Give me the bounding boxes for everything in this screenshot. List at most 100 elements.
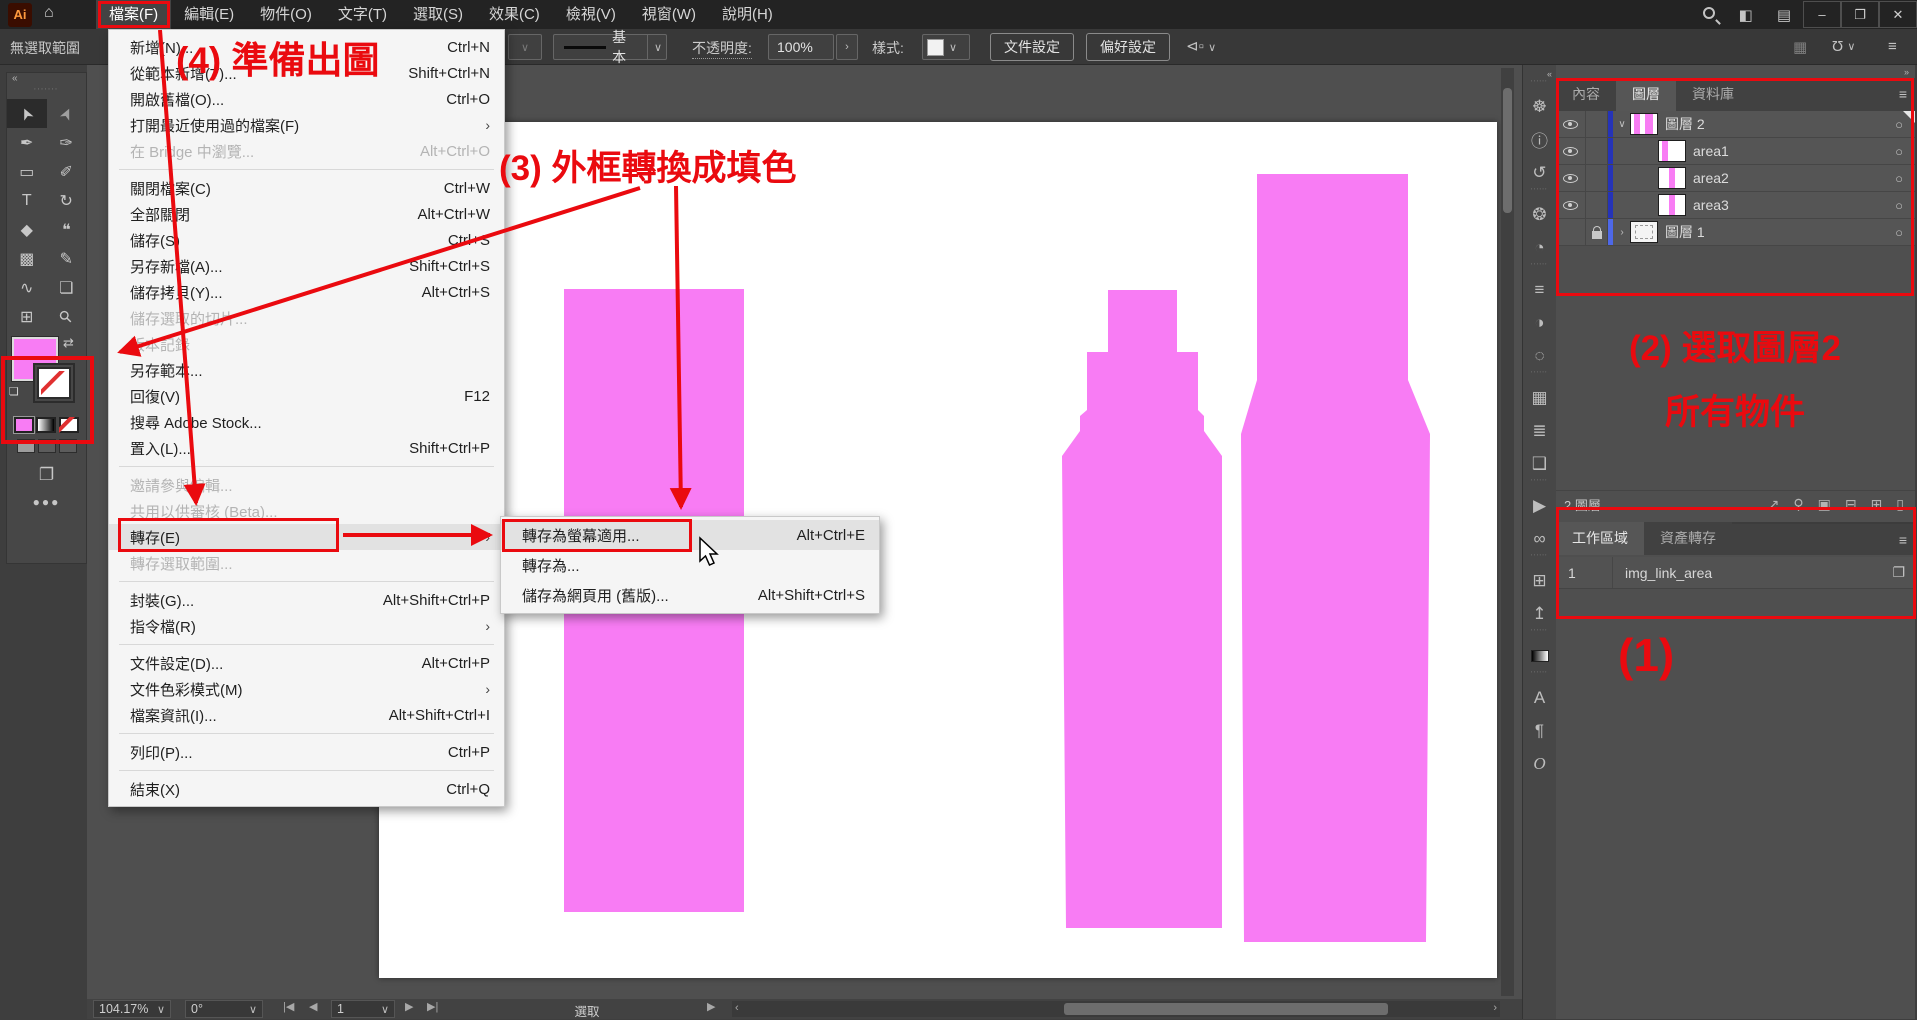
menu-item-儲存選取的切片...[interactable]: 儲存選取的切片... — [109, 305, 504, 331]
direct-selection-tool[interactable]: ➤ — [47, 99, 87, 128]
tab-artboards[interactable]: 工作區域 — [1556, 522, 1644, 555]
transparency-panel-icon[interactable]: ◑ — [1523, 306, 1556, 339]
layer-name[interactable]: 圖層 2 — [1665, 114, 1705, 134]
asset-export-panel-icon[interactable]: ↥ — [1523, 597, 1556, 630]
rectangle-tool[interactable]: ▭ — [7, 157, 47, 186]
menu-item-在 Bridge 中瀏覽...[interactable]: 在 Bridge 中瀏覽...Alt+Ctrl+O — [109, 138, 504, 164]
visibility-toggle[interactable] — [1556, 219, 1586, 245]
make-clipping-mask-icon[interactable]: ▣ — [1818, 496, 1831, 512]
default-fill-stroke-icon[interactable]: ❏ — [9, 385, 22, 398]
menu-item-置入(L)...[interactable]: 置入(L)...Shift+Ctrl+P — [109, 435, 504, 461]
type-tool[interactable]: T — [7, 186, 47, 215]
vertical-scrollbar-thumb[interactable] — [1503, 88, 1512, 213]
layer-thumbnail[interactable] — [1659, 141, 1685, 161]
target-circle-icon[interactable]: ○ — [1895, 171, 1903, 186]
workspace-switcher-icon[interactable]: ◧ — [1739, 6, 1753, 24]
menu-item-搜尋 Adobe Stock...[interactable]: 搜尋 Adobe Stock... — [109, 409, 504, 435]
layer-name[interactable]: area3 — [1693, 197, 1729, 213]
dock-grip[interactable]: '''''' — [1523, 264, 1556, 273]
tab-properties[interactable]: 內容 — [1556, 78, 1616, 111]
lock-toggle[interactable] — [1586, 192, 1608, 218]
artboard-number-dropdown[interactable]: 1 ∨ — [331, 1000, 395, 1018]
submenu-item-轉存為...[interactable]: 轉存為... — [501, 550, 879, 580]
dock-grip[interactable]: '''''' — [1523, 630, 1556, 639]
style-swatch-dropdown[interactable]: ∨ — [922, 34, 970, 60]
menu-item-版本記錄[interactable]: 版本記錄 — [109, 331, 504, 357]
menu-item-儲存拷貝(Y)...[interactable]: 儲存拷貝(Y)...Alt+Ctrl+S — [109, 279, 504, 305]
menu-item-關閉檔案(C)[interactable]: 關閉檔案(C)Ctrl+W — [109, 175, 504, 201]
artboards-panel-icon[interactable]: ⊞ — [1523, 564, 1556, 597]
swap-fill-stroke-icon[interactable]: ⇄ — [63, 335, 74, 351]
menu-item-轉存選取範圍...[interactable]: 轉存選取範圍... — [109, 550, 504, 576]
restore-button[interactable]: ❐ — [1841, 1, 1879, 28]
hidden-dropdown[interactable]: ∨ — [508, 34, 542, 60]
align-panel-icon[interactable]: ≣ — [1523, 414, 1556, 447]
artboard-row[interactable]: 1 img_link_area ❐ — [1556, 557, 1915, 589]
width-tool[interactable]: ∿ — [7, 273, 47, 302]
collect-for-export-icon[interactable]: ↗ — [1768, 496, 1780, 512]
document-setup-button[interactable]: 文件設定 — [990, 33, 1074, 61]
artboard-page-icon[interactable]: ❐ — [1892, 564, 1905, 581]
next-artboard-icon[interactable]: ▶ — [405, 1000, 413, 1013]
target-circle-icon[interactable]: ○ — [1895, 144, 1903, 159]
layer-thumbnail[interactable] — [1659, 168, 1685, 188]
target-circle-icon[interactable]: ○ — [1895, 225, 1903, 240]
pathfinder-panel-icon[interactable]: ❑ — [1523, 447, 1556, 480]
first-artboard-icon[interactable]: |◀ — [283, 1000, 294, 1013]
opacity-stepper[interactable]: › — [836, 34, 858, 60]
stroke-color-swatch[interactable] — [33, 363, 75, 403]
opacity-input[interactable]: 100% — [768, 34, 834, 60]
color-guide-icon[interactable]: ◔ — [1523, 231, 1556, 264]
menu-物件(O)[interactable]: 物件(O) — [247, 0, 325, 29]
panel-collapse-icon[interactable]: » — [1556, 65, 1915, 78]
menu-item-轉存(E)[interactable]: 轉存(E)› — [109, 524, 504, 550]
actions-panel-icon[interactable]: ▶ — [1523, 489, 1556, 522]
menu-item-另存範本...[interactable]: 另存範本... — [109, 357, 504, 383]
chevron-down-icon[interactable]: ∨ — [647, 35, 662, 59]
dock-grip[interactable]: '''''' — [1523, 81, 1556, 90]
snap-options-icon[interactable]: Ω ∨ — [1832, 37, 1855, 54]
menu-視窗(W)[interactable]: 視窗(W) — [629, 0, 709, 29]
layer-row-圖層 1[interactable]: › 圖層 1 ○ — [1556, 219, 1915, 246]
preferences-button[interactable]: 偏好設定 — [1086, 33, 1170, 61]
visibility-toggle[interactable] — [1556, 138, 1586, 164]
layer-name[interactable]: 圖層 1 — [1665, 222, 1705, 242]
menu-文字(T)[interactable]: 文字(T) — [325, 0, 400, 29]
artboard-row-name[interactable]: img_link_area — [1612, 557, 1892, 588]
target-circle-icon[interactable]: ○ — [1895, 117, 1903, 132]
panel-menu-icon[interactable]: ≡ — [1899, 86, 1907, 102]
tab-layers[interactable]: 圖層 — [1616, 78, 1676, 111]
menu-item-邀請參與編輯...[interactable]: 邀請參與編輯... — [109, 472, 504, 498]
menu-檢視(V)[interactable]: 檢視(V) — [553, 0, 629, 29]
tab-libraries[interactable]: 資料庫 — [1676, 78, 1750, 111]
menu-item-儲存(S)[interactable]: 儲存(S)Ctrl+S — [109, 227, 504, 253]
rotation-dropdown[interactable]: 0° ∨ — [185, 1000, 263, 1018]
artboard-tool[interactable]: ⊞ — [7, 302, 47, 331]
selection-tool[interactable]: ➤ — [7, 99, 47, 128]
dock-collapse-icon[interactable]: « — [1523, 65, 1556, 81]
curvature-tool[interactable]: ✑ — [47, 128, 87, 157]
arrange-documents-icon[interactable]: ▤ — [1777, 6, 1791, 24]
panel-menu-icon[interactable]: ≡ — [1899, 532, 1907, 548]
prev-artboard-icon[interactable]: ◀ — [309, 1000, 317, 1013]
visibility-toggle[interactable] — [1556, 111, 1586, 137]
expand-chevron-icon[interactable]: › — [1613, 227, 1631, 238]
draw-normal-icon[interactable] — [17, 439, 35, 453]
target-circle-icon[interactable]: ○ — [1895, 198, 1903, 213]
visibility-toggle[interactable] — [1556, 192, 1586, 218]
opacity-label[interactable]: 不透明度: — [692, 38, 752, 59]
expand-chevron-icon[interactable]: ∨ — [1613, 119, 1631, 130]
screen-mode-icon[interactable]: ❐ — [7, 457, 86, 485]
color-button[interactable] — [14, 417, 34, 433]
menu-選取(S)[interactable]: 選取(S) — [400, 0, 476, 29]
visibility-toggle[interactable] — [1556, 165, 1586, 191]
edit-toolbar-icon[interactable]: ●●● — [7, 485, 86, 509]
stroke-style-dropdown[interactable]: 基本 ∨ — [553, 34, 667, 60]
dock-grip[interactable]: '''''' — [1523, 189, 1556, 198]
gradient-panel-icon[interactable] — [1523, 639, 1556, 672]
menu-item-列印(P)...[interactable]: 列印(P)...Ctrl+P — [109, 739, 504, 765]
layer-name[interactable]: area2 — [1693, 170, 1729, 186]
dock-grip[interactable]: '''''' — [1523, 555, 1556, 564]
scroll-left-icon[interactable]: ‹ — [735, 1002, 739, 1014]
draw-inside-icon[interactable] — [59, 439, 77, 453]
